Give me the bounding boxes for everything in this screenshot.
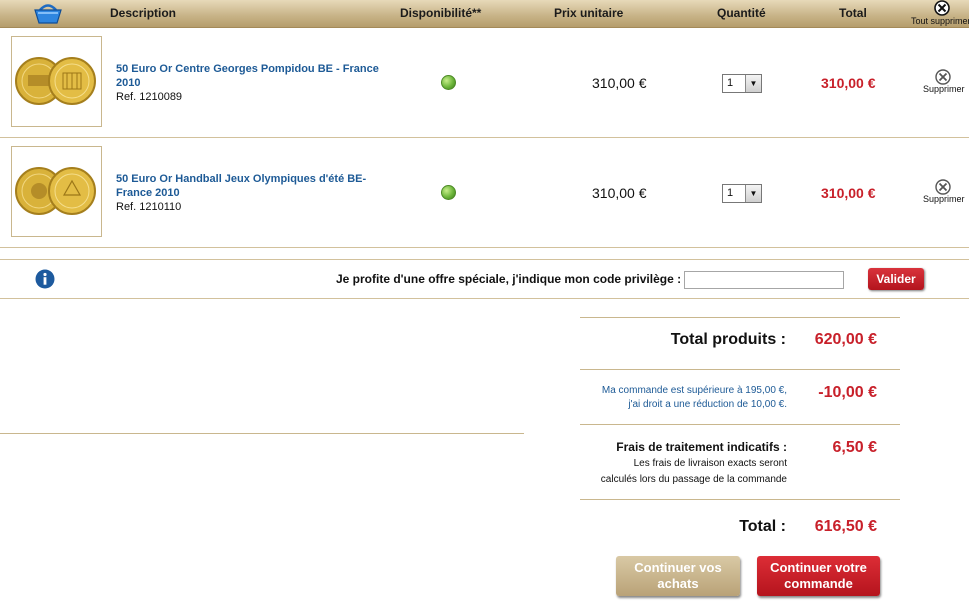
remove-all-button[interactable]: Tout supprimer bbox=[908, 0, 969, 27]
column-unit-price: Prix unitaire bbox=[554, 6, 624, 20]
remove-all-icon bbox=[934, 0, 950, 16]
products-total-label: Total produits : bbox=[670, 331, 786, 348]
continue-shopping-line1: Continuer vos bbox=[634, 560, 722, 575]
quantity-select[interactable]: 1 ▼ bbox=[722, 74, 762, 93]
coin-image bbox=[15, 167, 96, 215]
remove-item-label: Supprimer bbox=[923, 194, 965, 204]
left-divider bbox=[0, 433, 524, 434]
continue-shopping-line2: achats bbox=[657, 576, 699, 591]
availability-indicator bbox=[441, 185, 456, 200]
fees-note-line2: calculés lors du passage de la commande bbox=[600, 474, 787, 485]
summary-divider bbox=[580, 424, 900, 425]
products-total-value: 620,00 € bbox=[814, 331, 877, 348]
discount-note-line2: j'ai droit a une réduction de 10,00 €. bbox=[628, 399, 787, 410]
row-total: 310,00 € bbox=[821, 185, 876, 201]
column-total: Total bbox=[839, 6, 867, 20]
promo-code-bar: Je profite d'une offre spéciale, j'indiq… bbox=[0, 259, 969, 299]
unit-price: 310,00 € bbox=[592, 185, 647, 201]
column-description: Description bbox=[110, 6, 177, 20]
quantity-value: 1 bbox=[727, 77, 734, 89]
info-icon bbox=[35, 269, 55, 289]
grand-total-value: 616,50 € bbox=[814, 518, 877, 535]
discount-value: -10,00 € bbox=[818, 384, 877, 401]
unit-price: 310,00 € bbox=[592, 75, 647, 91]
row-total: 310,00 € bbox=[821, 75, 876, 91]
product-name-link[interactable]: 50 Euro Or Handball Jeux Olympiques d'ét… bbox=[116, 172, 396, 200]
column-availability: Disponibilité** bbox=[400, 6, 482, 20]
quantity-value: 1 bbox=[727, 187, 734, 199]
remove-all-label: Tout supprimer bbox=[911, 16, 969, 26]
chevron-down-icon[interactable]: ▼ bbox=[745, 75, 761, 92]
summary-divider bbox=[580, 499, 900, 500]
column-quantity: Quantité bbox=[717, 6, 766, 20]
promo-code-input[interactable] bbox=[684, 271, 844, 289]
remove-item-button[interactable]: Supprimer bbox=[922, 179, 969, 209]
summary-divider bbox=[580, 317, 900, 318]
grand-total-label: Total : bbox=[739, 518, 786, 535]
fees-value: 6,50 € bbox=[832, 439, 877, 456]
quantity-select[interactable]: 1 ▼ bbox=[722, 184, 762, 203]
product-thumbnail[interactable] bbox=[11, 36, 102, 127]
coin-image bbox=[15, 57, 96, 105]
remove-item-button[interactable]: Supprimer bbox=[922, 69, 969, 99]
continue-order-line1: Continuer votre bbox=[770, 560, 867, 575]
promo-code-label: Je profite d'une offre spéciale, j'indiq… bbox=[336, 272, 682, 286]
availability-indicator bbox=[441, 75, 456, 90]
remove-icon bbox=[935, 179, 951, 195]
chevron-down-icon[interactable]: ▼ bbox=[745, 185, 761, 202]
product-ref: Ref. 1210110 bbox=[116, 201, 182, 213]
product-thumbnail[interactable] bbox=[11, 146, 102, 237]
product-ref: Ref. 1210089 bbox=[116, 91, 183, 103]
summary-divider bbox=[580, 369, 900, 370]
cart-header: Description Disponibilité** Prix unitair… bbox=[0, 0, 969, 28]
fees-label: Frais de traitement indicatifs : bbox=[616, 440, 787, 454]
cart-row: 50 Euro Or Handball Jeux Olympiques d'ét… bbox=[0, 137, 969, 248]
remove-icon bbox=[935, 69, 951, 85]
remove-item-label: Supprimer bbox=[923, 84, 965, 94]
discount-note-line1: Ma commande est supérieure à 195,00 €, bbox=[601, 385, 787, 396]
continue-shopping-button[interactable]: Continuer vos achats bbox=[616, 556, 740, 596]
continue-order-button[interactable]: Continuer votre commande bbox=[757, 556, 880, 596]
shopping-basket-icon bbox=[34, 4, 62, 24]
fees-note-line1: Les frais de livraison exacts seront bbox=[633, 458, 787, 469]
product-name-link[interactable]: 50 Euro Or Centre Georges Pompidou BE - … bbox=[116, 62, 396, 90]
continue-order-line2: commande bbox=[784, 576, 853, 591]
cart-row: 50 Euro Or Centre Georges Pompidou BE - … bbox=[0, 27, 969, 138]
promo-submit-button[interactable]: Valider bbox=[868, 268, 924, 290]
